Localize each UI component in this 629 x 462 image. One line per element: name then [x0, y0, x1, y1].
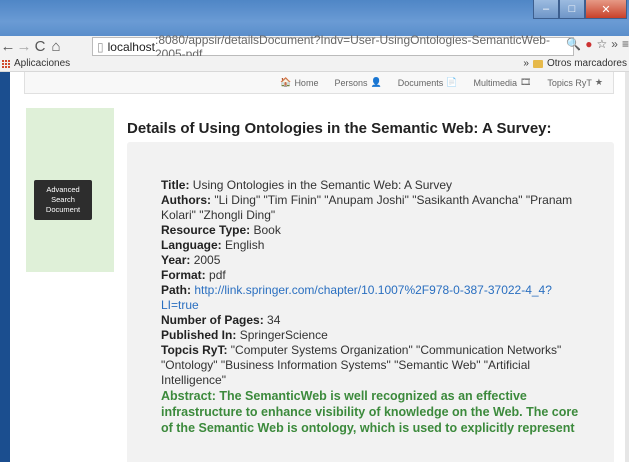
window-controls: – □ ✕	[533, 0, 627, 19]
detail-published: Published In: SpringerScience	[161, 328, 328, 342]
nav-persons[interactable]: Persons 👤	[334, 77, 381, 88]
menu-icon[interactable]: ≡	[622, 37, 629, 51]
left-sidebar: Advanced Search Document	[26, 108, 114, 272]
details-panel: Title: Using Ontologies in the Semantic …	[127, 142, 614, 462]
detail-abstract: Abstract: The SemanticWeb is well recogn…	[161, 389, 579, 435]
home-icon[interactable]: ⌂	[48, 38, 64, 55]
forward-icon[interactable]: →	[16, 38, 32, 55]
zoom-icon[interactable]: 🔍	[566, 37, 581, 51]
reload-icon[interactable]: C	[32, 38, 48, 55]
close-button[interactable]: ✕	[585, 0, 627, 19]
back-icon[interactable]: ←	[0, 38, 16, 55]
film-icon: 🎞	[519, 77, 532, 87]
detail-topics: Topcis RyT: "Computer Systems Organizati…	[161, 343, 562, 387]
site-nav: 🏠 Home Persons 👤 Documents 📄 Multimedia 🎞 To…	[24, 72, 614, 94]
nav-topics[interactable]: Topics RyT ★	[547, 77, 603, 88]
left-window-edge	[0, 72, 10, 462]
document-icon: 📄	[446, 77, 458, 87]
bookmarks-bar: Aplicaciones » Otros marcadores	[0, 56, 629, 72]
address-bar[interactable]: ▯ localhost:8080/appsir/detailsDocument?…	[92, 33, 574, 61]
home-nav-icon: 🏠	[280, 77, 292, 87]
detail-format: Format: pdf	[161, 268, 226, 282]
page-viewport: 🏠 Home Persons 👤 Documents 📄 Multimedia 🎞 To…	[0, 72, 629, 462]
advanced-search-button[interactable]: Advanced Search Document	[34, 180, 92, 220]
maximize-button[interactable]: □	[559, 0, 585, 19]
page-scrollbar[interactable]	[625, 72, 629, 462]
detail-resource-type: Resource Type: Book	[161, 223, 281, 237]
more-extensions-icon[interactable]: »	[611, 37, 618, 51]
url-host: localhost	[107, 39, 155, 54]
window-titlebar: – □ ✕	[0, 0, 629, 36]
detail-pages: Number of Pages: 34	[161, 313, 281, 327]
other-bookmarks[interactable]: Otros marcadores	[547, 58, 627, 69]
bookmarks-more[interactable]: »	[523, 58, 529, 69]
detail-language: Language: English	[161, 238, 265, 252]
page-title: Details of Using Ontologies in the Seman…	[127, 120, 552, 137]
apps-bookmark[interactable]: Aplicaciones	[14, 58, 70, 69]
nav-home[interactable]: 🏠 Home	[280, 77, 318, 88]
document-details: Title: Using Ontologies in the Semantic …	[161, 178, 581, 436]
minimize-button[interactable]: –	[533, 0, 559, 19]
toolbar-right-controls: 🔍 ● ☆ » ≡	[566, 37, 629, 51]
star-icon: ★	[594, 77, 603, 87]
apps-grid-icon[interactable]	[2, 59, 10, 68]
page-icon: ▯	[97, 39, 104, 54]
extension-icon[interactable]: ●	[585, 37, 592, 51]
person-icon: 👤	[370, 77, 382, 87]
nav-multimedia[interactable]: Multimedia 🎞	[473, 77, 531, 88]
detail-year: Year: 2005	[161, 253, 221, 267]
detail-title: Title: Using Ontologies in the Semantic …	[161, 178, 453, 192]
path-link[interactable]: http://link.springer.com/chapter/10.1007…	[161, 283, 552, 312]
folder-icon	[532, 59, 543, 68]
bookmark-star-icon[interactable]: ☆	[597, 37, 608, 51]
detail-path: Path: http://link.springer.com/chapter/1…	[161, 283, 552, 312]
nav-documents[interactable]: Documents 📄	[398, 77, 458, 88]
detail-authors: Authors: "Li Ding" "Tim Finin" "Anupam J…	[161, 193, 573, 222]
